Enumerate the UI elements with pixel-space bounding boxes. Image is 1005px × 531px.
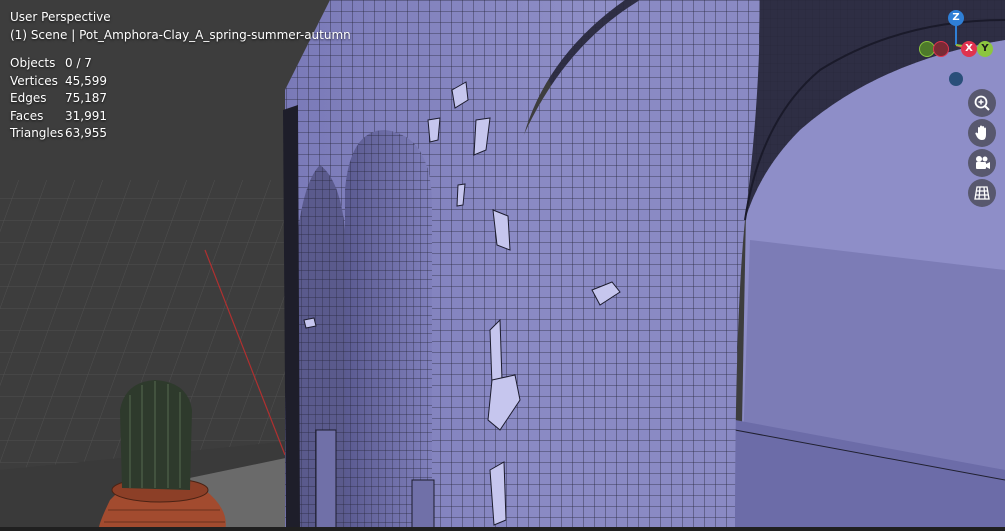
stat-label: Faces [10, 108, 44, 123]
navigation-gizmo[interactable]: Z X Y [910, 5, 1005, 100]
gizmo-neg-x-axis[interactable] [933, 41, 949, 57]
stat-label: Triangles [10, 126, 64, 140]
zoom-button[interactable] [968, 89, 996, 117]
stat-label: Vertices [10, 73, 58, 88]
gizmo-y-axis[interactable]: Y [977, 41, 993, 57]
stat-value: 75,187 [65, 91, 107, 105]
ortho-toggle-button[interactable] [968, 179, 996, 207]
gizmo-z-label: Z [952, 12, 960, 23]
gizmo-x-axis[interactable]: X [961, 41, 977, 57]
hand-pan-icon [975, 125, 986, 140]
gizmo-y-label: Y [981, 43, 989, 54]
stat-value: 45,599 [65, 73, 107, 88]
gizmo-x-label: X [965, 43, 973, 54]
viewport-bottom-edge [0, 527, 1005, 531]
view-name-label: User Perspective [10, 10, 111, 24]
stat-row-edges: Edges 75,187 [10, 90, 351, 108]
statistics-panel: Objects 0 / 7 Vertices 45,599 Edges 75,1… [10, 55, 351, 143]
stat-label: Edges [10, 91, 47, 105]
camera-view-icon [976, 156, 990, 169]
stat-label: Objects [10, 56, 56, 70]
stat-value: 63,955 [65, 126, 107, 140]
gizmo-neg-z-axis[interactable] [949, 72, 963, 86]
stat-row-objects: Objects 0 / 7 [10, 55, 351, 73]
camera-view-button[interactable] [968, 149, 996, 177]
stat-row-vertices: Vertices 45,599 [10, 73, 351, 91]
stat-value: 31,991 [65, 108, 107, 123]
stat-row-triangles: Triangles 63,955 [10, 125, 351, 143]
scene-object-label: (1) Scene | Pot_Amphora-Clay_A_spring-su… [10, 27, 351, 42]
zoom-icon [974, 95, 990, 111]
grid-ortho-icon [974, 186, 990, 200]
viewport-info-overlay: User Perspective (1) Scene | Pot_Amphora… [10, 9, 351, 143]
stat-row-faces: Faces 31,991 [10, 108, 351, 126]
stat-value: 0 / 7 [65, 56, 92, 70]
gizmo-z-axis[interactable]: Z [948, 10, 964, 26]
pan-button[interactable] [968, 119, 996, 147]
